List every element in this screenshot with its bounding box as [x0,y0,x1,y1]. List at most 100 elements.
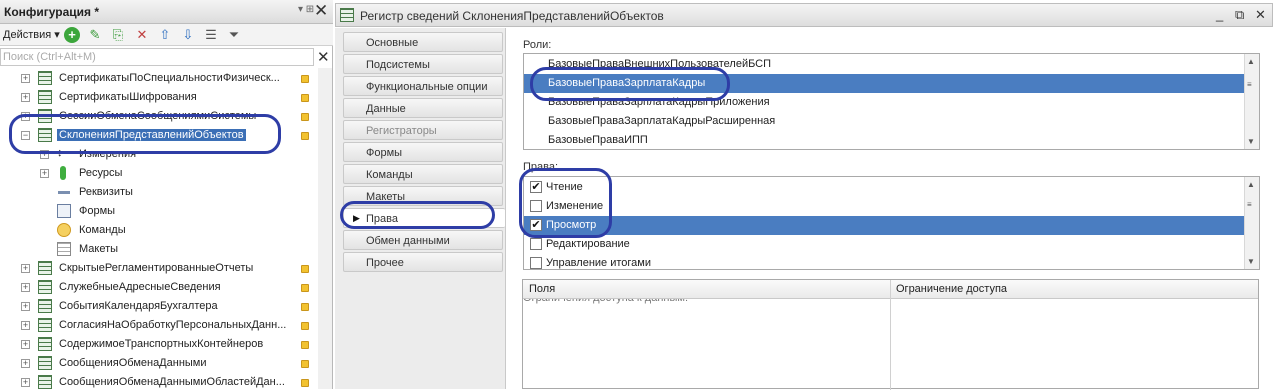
register-icon [38,280,52,294]
add-icon[interactable]: + [64,27,80,43]
expand-icon[interactable]: + [21,340,30,349]
register-icon [38,90,52,104]
list-icon[interactable]: ☰ [203,27,219,43]
right-item[interactable]: ✔ Чтение [524,178,1259,197]
configuration-title-bar: Конфигурация * ▾ ⊞ ✕ [0,0,333,24]
tab-functional-options[interactable]: Функциональные опции [343,76,503,96]
rights-list[interactable]: ✔ Чтение Изменение ✔ Просмотр Редактирован… [523,176,1260,270]
tab-label: Функциональные опции [366,81,488,93]
tree-row[interactable]: + Ресурсы [0,164,320,183]
panel-menu-icon[interactable]: ▾ ⊞ [298,4,314,15]
expand-icon[interactable]: + [21,321,30,330]
filter-icon[interactable]: ⏷ [226,27,242,43]
tab-forms[interactable]: Формы [343,142,503,162]
right-item[interactable]: Изменение [524,197,1259,216]
tab-other[interactable]: Прочее [343,252,503,272]
right-label: Управление итогами [546,257,651,269]
expand-icon[interactable]: + [21,93,30,102]
right-item[interactable]: Управление итогами [524,254,1259,269]
scroll-up-icon[interactable]: ▲ [1247,180,1255,189]
lock-icon [301,303,309,311]
tab-data[interactable]: Данные [343,98,503,118]
annotation-oval [530,67,730,101]
expand-icon[interactable]: + [40,169,49,178]
register-icon [38,337,52,351]
tree-row[interactable]: + СкрытыеРегламентированныеОтчеты [0,259,320,278]
lock-icon [301,132,309,140]
actions-menu[interactable]: Действия ▾ [3,28,60,41]
expand-icon[interactable]: + [21,264,30,273]
delete-icon[interactable]: ✕ [134,27,150,43]
scroll-thumb-icon[interactable]: ≡ [1247,80,1252,89]
expand-icon[interactable]: + [21,283,30,292]
search-input[interactable]: Поиск (Ctrl+Alt+M) [0,48,314,66]
clear-search-button[interactable]: ✕ [317,48,330,66]
tree-label: Ресурсы [79,167,123,179]
tree-row[interactable]: Реквизиты [0,183,320,202]
tree-row[interactable]: + СлужебныеАдресныеСведения [0,278,320,297]
column-separator [890,280,891,390]
annotation-oval [9,114,281,154]
lock-icon [301,265,309,273]
window-title: Регистр сведений СклоненияПредставленийО… [360,9,664,23]
close-button[interactable]: ✕ [1255,7,1266,23]
lock-icon [301,379,309,387]
expand-icon[interactable]: + [21,74,30,83]
actions-label: Действия [3,29,52,41]
tree-row[interactable]: Макеты [0,240,320,259]
scroll-down-icon[interactable]: ▼ [1247,257,1255,266]
tree-label: Макеты [79,243,119,255]
totals-checkbox[interactable] [530,257,542,269]
register-icon [38,71,52,85]
expand-icon[interactable]: + [21,302,30,311]
tab-osnovnye[interactable]: Основные [343,32,503,52]
tree-row[interactable]: + СобытияКалендаряБухгалтера [0,297,320,316]
right-item[interactable]: Редактирование [524,235,1259,254]
tab-data-exchange[interactable]: Обмен данными [343,230,503,250]
tree-row[interactable]: + СообщенияОбменаДанными [0,354,320,373]
tree-label: Команды [79,224,126,236]
tree-label: Реквизиты [79,186,133,198]
role-item[interactable]: БазовыеПраваЗарплатаКадрыРасширенная [524,112,1259,131]
tree-row[interactable]: + СертификатыПоСпециальностиФизическ... [0,69,320,88]
rights-scrollbar[interactable]: ▲ ≡ ▼ [1244,177,1259,269]
tree-row[interactable]: Формы [0,202,320,221]
roles-scrollbar[interactable]: ▲ ≡ ▼ [1244,54,1259,149]
configuration-panel: Конфигурация * ▾ ⊞ ✕ Действия ▾ + ✎ ⎘ ✕ … [0,0,333,389]
minimize-button[interactable]: _ [1216,7,1223,22]
close-panel-button[interactable]: ✕ [314,1,328,21]
tree-row[interactable]: + СодержимоеТранспортныхКонтейнеров [0,335,320,354]
move-up-icon[interactable]: ⇧ [157,27,173,43]
column-fields[interactable]: Поля [529,283,555,295]
edit-icon[interactable]: ✎ [87,27,103,43]
scroll-thumb-icon[interactable]: ≡ [1247,200,1252,209]
tree-scrollbar[interactable] [318,68,332,389]
lock-icon [301,75,309,83]
expand-icon[interactable]: + [21,378,30,387]
tree-row[interactable]: + СертификатыШифрования [0,88,320,107]
resource-icon [60,166,66,180]
right-item-selected[interactable]: ✔ Просмотр [524,216,1259,235]
tree-row[interactable]: + СогласияНаОбработкуПерсональныхДанн... [0,316,320,335]
lock-icon [301,94,309,102]
register-icon [38,375,52,389]
restore-button[interactable]: ⧉ [1235,7,1244,23]
copy-icon[interactable]: ⎘ [110,27,126,43]
register-icon [38,261,52,275]
move-down-icon[interactable]: ⇩ [180,27,196,43]
column-access-restriction[interactable]: Ограничение доступа [896,283,1007,295]
tree-label: СертификатыШифрования [59,91,197,103]
tab-podsistemy[interactable]: Подсистемы [343,54,503,74]
scroll-down-icon[interactable]: ▼ [1247,137,1255,146]
tab-commands[interactable]: Команды [343,164,503,184]
restrictions-table[interactable]: Поля Ограничение доступа [522,279,1259,390]
window-title-bar: Регистр сведений СклоненияПредставленийО… [335,3,1273,27]
tab-label: Обмен данными [366,235,450,247]
tree-row[interactable]: + СообщенияОбменаДаннымиОбластейДан... [0,373,320,392]
scroll-up-icon[interactable]: ▲ [1247,57,1255,66]
role-item[interactable]: БазовыеПраваИПП [524,131,1259,149]
editing-checkbox[interactable] [530,238,542,250]
tab-registrators[interactable]: Регистраторы [343,120,503,140]
expand-icon[interactable]: + [21,359,30,368]
tree-row[interactable]: Команды [0,221,320,240]
